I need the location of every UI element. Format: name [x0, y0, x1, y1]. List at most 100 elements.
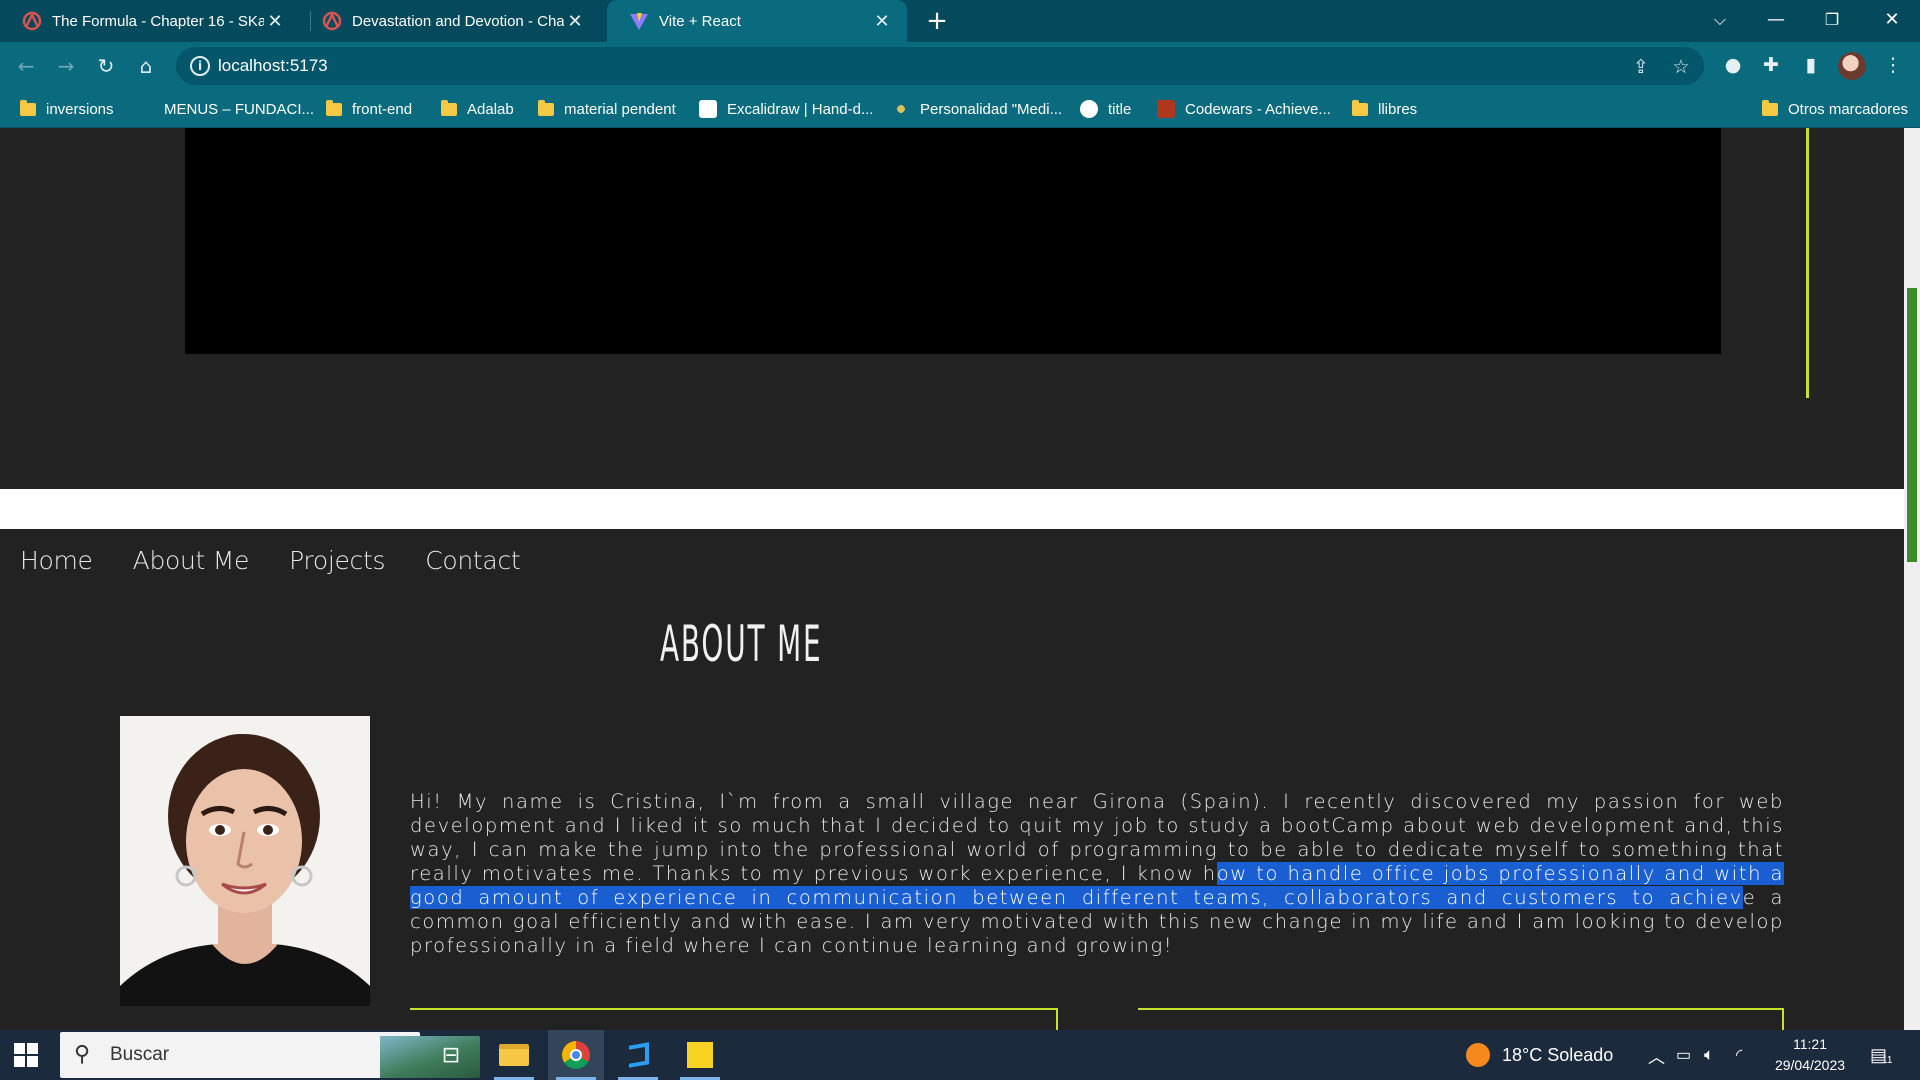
scrollbar-thumb[interactable]: [1907, 288, 1917, 562]
nav-about-me[interactable]: About Me: [133, 546, 250, 575]
video-embed[interactable]: [185, 128, 1721, 354]
sticky-notes-icon[interactable]: [672, 1030, 728, 1080]
system-clock[interactable]: 11:21 29/04/2023: [1762, 1034, 1858, 1076]
folder-icon: [326, 99, 342, 116]
nav-contact[interactable]: Contact: [425, 546, 520, 575]
about-title: ABOUT ME: [660, 615, 823, 673]
tab-title: Devastation and Devotion - Chap: [352, 12, 564, 30]
tab-devastation[interactable]: Devastation and Devotion - Chap ✕: [300, 0, 600, 42]
clock-time: 11:21: [1793, 1036, 1827, 1052]
profile-avatar[interactable]: [1838, 52, 1866, 80]
bookmark-menus[interactable]: MENUS – FUNDACI...: [136, 90, 314, 128]
close-tab-icon[interactable]: ✕: [871, 11, 893, 32]
card-border: [410, 1008, 1058, 1030]
bookmark-label: title: [1108, 100, 1132, 118]
browser-toolbar: ← → ↻ ⌂ i localhost:5173 ⇪ ☆ ● ✚ ▮ ⋮: [0, 42, 1920, 90]
excalidraw-icon: [699, 100, 717, 118]
bookmark-front-end[interactable]: front-end: [326, 90, 412, 128]
tab-search-icon[interactable]: ⌵: [1692, 0, 1748, 42]
restore-button[interactable]: ❐: [1804, 0, 1860, 42]
site-icon: [892, 100, 910, 118]
tab-bar: The Formula - Chapter 16 - SKay ✕ Devast…: [0, 0, 1920, 42]
portrait-illustration: [120, 716, 370, 1006]
vite-icon: [630, 13, 648, 30]
ao3-icon: [22, 11, 42, 31]
tab-title: The Formula - Chapter 16 - SKay: [52, 12, 264, 30]
bookmark-label: front-end: [352, 100, 413, 118]
bookmarks-bar: inversions MENUS – FUNDACI... front-end …: [0, 90, 1920, 128]
home-button[interactable]: ⌂: [130, 50, 162, 82]
windows-start-icon[interactable]: [14, 1043, 38, 1067]
bookmark-label: llibres: [1378, 100, 1418, 118]
site-nav: Home About Me Projects Contact: [20, 546, 560, 575]
minimize-button[interactable]: —: [1748, 0, 1804, 42]
page-viewport: Home About Me Projects Contact ABOUT ME: [0, 128, 1904, 1030]
share-icon[interactable]: ⇪: [1630, 56, 1652, 78]
bookmark-llibres[interactable]: llibres: [1352, 90, 1417, 128]
bookmark-label: Otros marcadores: [1788, 100, 1909, 118]
bookmark-codewars[interactable]: Codewars - Achieve...: [1157, 90, 1331, 128]
tab-title: Vite + React: [659, 12, 741, 30]
bookmark-adalab[interactable]: Adalab: [441, 90, 514, 128]
battery-icon[interactable]: ▭: [1676, 1030, 1691, 1080]
weather-widget[interactable]: 18°C Soleado: [1466, 1030, 1613, 1080]
nav-projects[interactable]: Projects: [289, 546, 385, 575]
clock-date: 29/04/2023: [1774, 1057, 1846, 1073]
weather-text: 18°C Soleado: [1502, 1044, 1614, 1065]
bookmark-material-pendent[interactable]: material pendent: [538, 90, 676, 128]
folder-icon: [441, 99, 457, 116]
bookmark-star-icon[interactable]: ☆: [1670, 56, 1692, 78]
address-bar[interactable]: i localhost:5173 ⇪ ☆: [176, 47, 1704, 85]
scrollbar[interactable]: [1904, 128, 1920, 1030]
tab-the-formula[interactable]: The Formula - Chapter 16 - SKay ✕: [0, 0, 300, 42]
reload-button[interactable]: ↻: [90, 50, 122, 82]
bookmark-label: Adalab: [467, 100, 514, 118]
vscode-icon[interactable]: [610, 1030, 666, 1080]
close-tab-icon[interactable]: ✕: [264, 11, 286, 32]
file-explorer-icon[interactable]: [486, 1030, 542, 1080]
bookmark-label: material pendent: [564, 100, 676, 118]
side-panel-icon[interactable]: ▮: [1798, 52, 1824, 78]
menu-kebab-icon[interactable]: ⋮: [1880, 52, 1906, 78]
search-placeholder: Buscar: [110, 1044, 170, 1065]
url-text: localhost:5173: [218, 56, 328, 75]
bookmark-label: Codewars - Achieve...: [1185, 100, 1331, 118]
wifi-icon[interactable]: ◜: [1736, 1030, 1742, 1080]
volume-icon[interactable]: 🔈︎: [1704, 1030, 1714, 1080]
bookmark-title[interactable]: title: [1080, 90, 1131, 128]
windows-taskbar: ⚲ Buscar ⊟ 18°C Soleado ︿ ▭ 🔈︎ ◜ 11:21 2…: [0, 1030, 1920, 1080]
task-view-icon[interactable]: ⊟: [423, 1030, 479, 1080]
extension-icon[interactable]: ●: [1720, 52, 1746, 78]
folder-icon: [538, 99, 554, 116]
bookmark-other[interactable]: Otros marcadores: [1762, 90, 1908, 128]
decorative-line: [1806, 128, 1809, 398]
site-info-icon[interactable]: i: [190, 56, 210, 76]
close-window-button[interactable]: ✕: [1864, 0, 1920, 42]
nav-home[interactable]: Home: [20, 546, 93, 575]
forward-button[interactable]: →: [50, 50, 82, 82]
globe-icon: [1080, 100, 1098, 118]
bio-paragraph: Hi! My name is Cristina, I`m from a smal…: [410, 790, 1784, 958]
notification-count: 11: [1882, 1054, 1893, 1066]
card-border: [1138, 1008, 1784, 1030]
bookmark-label: inversions: [46, 100, 114, 118]
close-tab-icon[interactable]: ✕: [564, 11, 586, 32]
show-hidden-icons[interactable]: ︿: [1648, 1030, 1665, 1080]
bookmark-label: Personalidad "Medi...: [920, 100, 1063, 118]
tab-vite-react[interactable]: Vite + React ✕: [607, 0, 907, 42]
new-tab-button[interactable]: +: [922, 6, 952, 36]
bookmark-inversions[interactable]: inversions: [20, 90, 114, 128]
bookmark-personalidad[interactable]: Personalidad "Medi...: [892, 90, 1062, 128]
site-icon: [136, 100, 154, 118]
search-icon: ⚲: [74, 1042, 91, 1067]
folder-icon: [1762, 99, 1778, 116]
section-divider: [0, 489, 1904, 529]
chrome-icon[interactable]: [548, 1030, 604, 1080]
notifications-icon[interactable]: ▤ 11: [1870, 1030, 1892, 1080]
codewars-icon: [1157, 100, 1175, 118]
puzzle-extensions-icon[interactable]: ✚: [1758, 52, 1784, 78]
taskbar-search[interactable]: ⚲ Buscar: [60, 1032, 480, 1078]
bookmark-excalidraw[interactable]: Excalidraw | Hand-d...: [699, 90, 873, 128]
folder-icon: [20, 99, 36, 116]
back-button[interactable]: ←: [10, 50, 42, 82]
